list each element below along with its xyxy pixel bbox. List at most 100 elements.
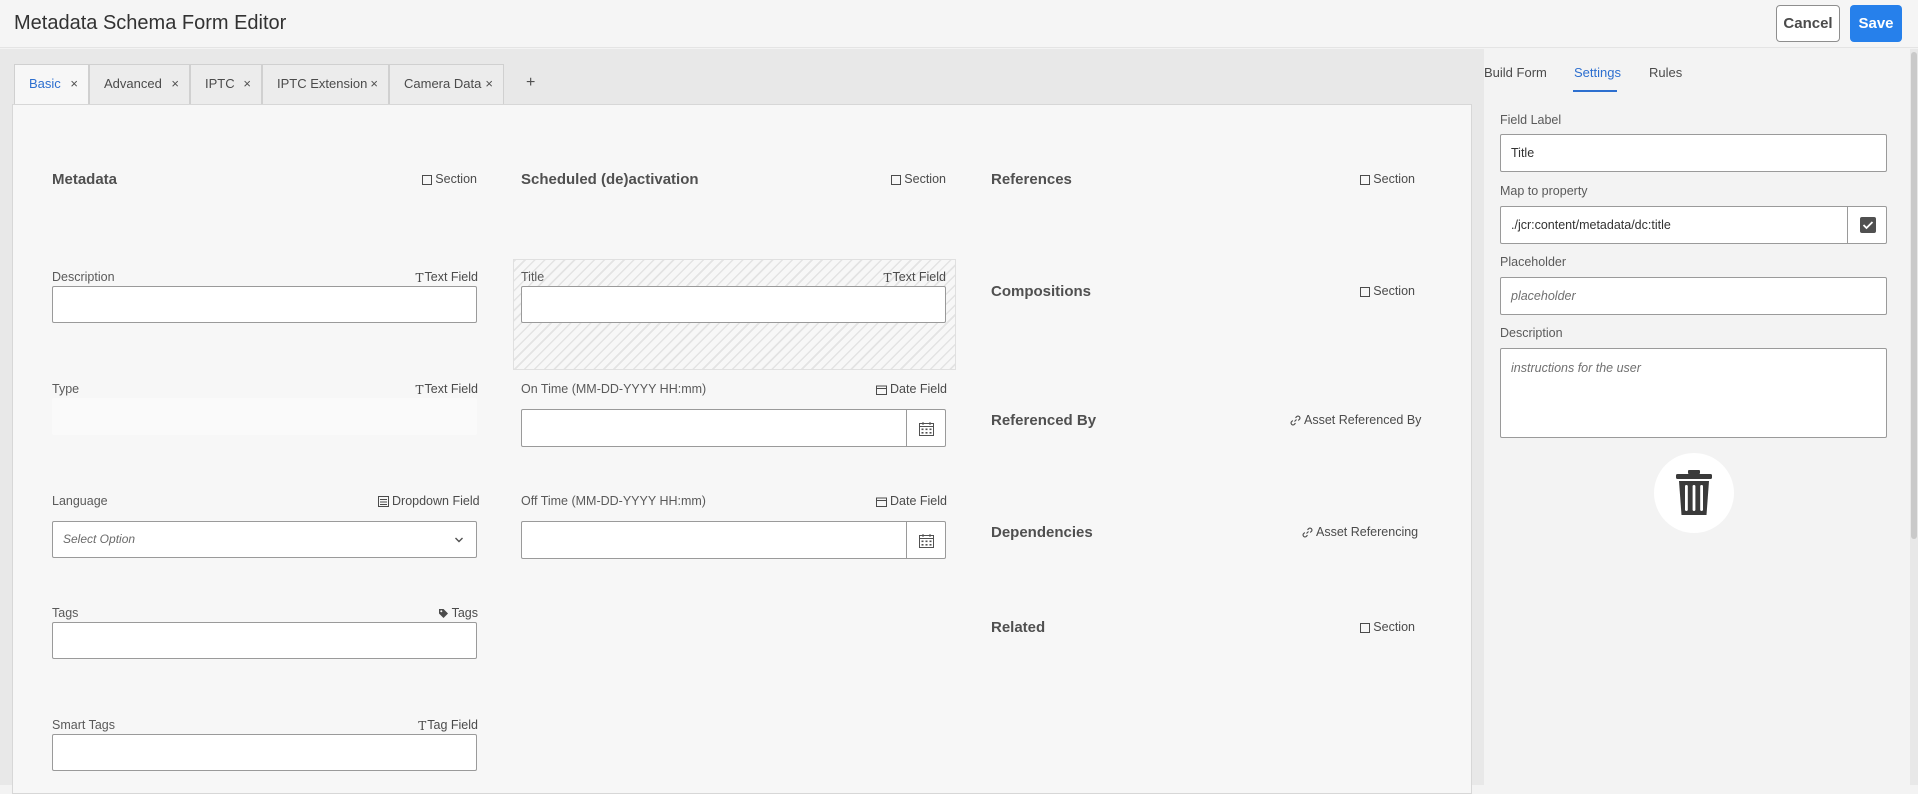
close-icon[interactable]: ×: [243, 65, 251, 103]
field-label-description: Description: [52, 270, 115, 284]
calendar-button[interactable]: [906, 410, 945, 446]
link-icon: [1290, 415, 1301, 426]
dropdown-value: Select Option: [63, 532, 136, 546]
description-placeholder: instructions for the user: [1511, 361, 1641, 375]
field-type-label: Asset Referencing: [1302, 525, 1418, 539]
field-type-label: Date Field: [876, 382, 947, 396]
field-type-label: Tags: [430, 606, 478, 620]
field-label-language: Language: [52, 494, 108, 508]
section-title-related: Related: [991, 619, 1046, 636]
calendar-icon: [876, 385, 887, 395]
field-label-title: Title: [521, 270, 545, 284]
text-field-icon: T: [415, 270, 424, 285]
checkbox-icon: [1360, 622, 1371, 633]
checkbox-icon: [1860, 217, 1876, 233]
placeholder-text: placeholder: [1511, 289, 1576, 303]
calendar-icon: [919, 422, 934, 436]
map-to-property-input[interactable]: ./jcr:content/metadata/dc:title: [1500, 206, 1887, 244]
checkbox-icon: [1360, 286, 1371, 297]
link-icon: [1302, 527, 1313, 538]
field-type-label: Asset Referenced By: [1290, 413, 1421, 427]
app-title: Metadata Schema Form Editor: [14, 12, 287, 34]
section-type-label: Section: [889, 172, 946, 186]
text-field-icon: T: [415, 382, 424, 397]
close-icon[interactable]: ×: [370, 65, 378, 103]
description-label: Description: [1500, 326, 1563, 340]
field-type-label: TText Field: [415, 382, 478, 397]
field-label-type: Type: [52, 382, 80, 396]
field-label-off-time: Off Time (MM-DD-YYYY HH:mm): [521, 494, 706, 508]
text-field-icon: T: [418, 718, 427, 733]
tab-iptc[interactable]: IPTC ×: [190, 64, 262, 104]
description-textarea[interactable]: instructions for the user: [1500, 348, 1887, 438]
close-icon[interactable]: ×: [485, 65, 493, 103]
tags-input[interactable]: [52, 622, 477, 659]
cancel-button[interactable]: Cancel: [1776, 5, 1840, 42]
tab-camera-data[interactable]: Camera Data ×: [389, 64, 504, 104]
section-type-label: Section: [1358, 620, 1415, 634]
tab-advanced[interactable]: Advanced ×: [89, 64, 190, 104]
delete-field-button[interactable]: [1654, 453, 1734, 533]
tab-label: IPTC Extension: [277, 76, 368, 91]
smart-tags-input[interactable]: [52, 734, 477, 771]
form-canvas-panel: [12, 104, 1472, 794]
save-button[interactable]: Save: [1850, 5, 1902, 42]
close-icon[interactable]: ×: [70, 65, 78, 103]
field-label-input[interactable]: Title: [1500, 134, 1887, 172]
text-field-icon: T: [883, 270, 892, 285]
description-input[interactable]: [52, 286, 477, 323]
off-time-date-field[interactable]: [521, 521, 946, 559]
tab-label: Camera Data: [404, 76, 482, 91]
map-to-property-label: Map to property: [1500, 184, 1588, 198]
tab-rules[interactable]: Rules: [1649, 65, 1682, 80]
calendar-button[interactable]: [906, 522, 945, 558]
field-type-label: TText Field: [415, 270, 478, 285]
language-dropdown[interactable]: Select Option: [52, 521, 477, 558]
section-title-compositions: Compositions: [991, 283, 1091, 300]
calendar-icon: [876, 497, 887, 507]
trash-icon: [1676, 470, 1712, 515]
field-label-on-time: On Time (MM-DD-YYYY HH:mm): [521, 382, 707, 396]
field-label-label: Field Label: [1500, 113, 1562, 127]
tab-basic[interactable]: Basic ×: [14, 64, 89, 104]
field-type-label: TTag Field: [418, 718, 478, 733]
field-label-tags: Tags: [52, 606, 79, 620]
checkbox-icon: [891, 174, 902, 185]
field-type-label: Date Field: [876, 494, 947, 508]
section-title-references: References: [991, 171, 1072, 188]
tag-icon: [438, 609, 448, 619]
add-tab-button[interactable]: +: [526, 74, 535, 92]
active-tab-indicator: [1573, 90, 1617, 92]
calendar-icon: [919, 534, 934, 548]
section-type-label: Section: [420, 172, 477, 186]
checkbox-icon: [1360, 174, 1371, 185]
field-type-label: TText Field: [883, 270, 946, 285]
on-time-date-field[interactable]: [521, 409, 946, 447]
dropdown-icon: [378, 496, 389, 508]
section-title-dependencies: Dependencies: [991, 524, 1093, 541]
section-type-label: Section: [1358, 172, 1415, 186]
property-picker-button[interactable]: [1847, 206, 1887, 244]
tab-settings[interactable]: Settings: [1574, 65, 1621, 80]
section-type-label: Section: [1358, 284, 1415, 298]
tab-label: IPTC: [205, 76, 235, 91]
tab-iptc-extension[interactable]: IPTC Extension ×: [262, 64, 389, 104]
placeholder-label: Placeholder: [1500, 255, 1567, 269]
title-input[interactable]: [521, 286, 946, 323]
tab-label: Advanced: [104, 76, 162, 91]
tab-label: Basic: [29, 76, 61, 91]
type-input[interactable]: [52, 398, 477, 435]
top-bar: Metadata Schema Form Editor Cancel Save: [0, 0, 1918, 48]
tab-build-form[interactable]: Build Form: [1484, 65, 1547, 80]
checkbox-icon: [422, 174, 433, 185]
section-title-scheduled-deactivation: Scheduled (de)activation: [521, 171, 699, 188]
section-title-metadata: Metadata: [52, 171, 118, 188]
field-label-smart-tags: Smart Tags: [52, 718, 115, 732]
field-type-label: Dropdown Field: [378, 494, 480, 508]
close-icon[interactable]: ×: [171, 65, 179, 103]
chevron-down-icon: [455, 537, 463, 543]
map-to-property-value: ./jcr:content/metadata/dc:title: [1511, 218, 1671, 232]
scrollbar-thumb[interactable]: [1911, 52, 1917, 539]
section-title-referenced-by: Referenced By: [991, 412, 1097, 429]
placeholder-input[interactable]: placeholder: [1500, 277, 1887, 315]
